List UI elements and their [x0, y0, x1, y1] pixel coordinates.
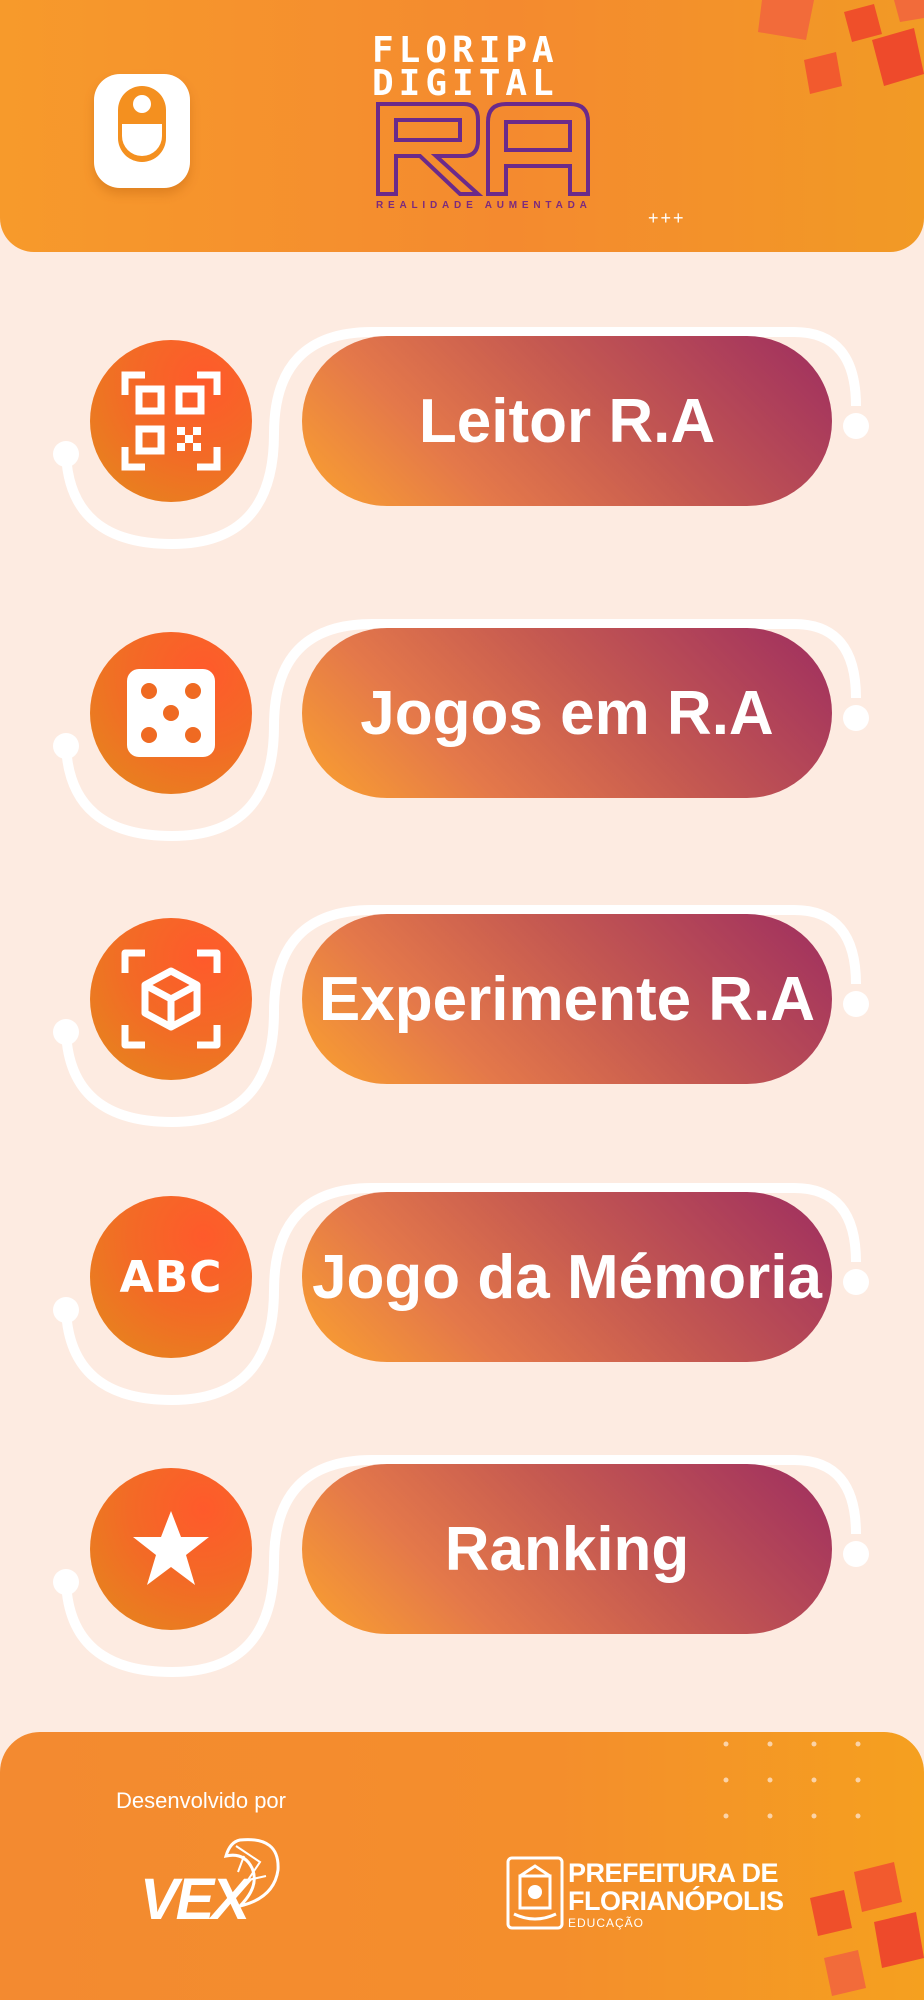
app-footer: Desenvolvido por VEX PREFEITURA DE FLORI… — [0, 1732, 924, 2000]
cubes-decoration — [810, 1862, 924, 1996]
developed-by-label: Desenvolvido por — [116, 1788, 286, 1813]
plus-decoration: +++ — [648, 208, 686, 228]
cubes-decoration — [758, 0, 924, 94]
menu-item-ranking[interactable]: Ranking — [50, 1440, 880, 1678]
user-icon — [118, 86, 166, 162]
prefeitura-line2: FLORIANÓPOLIS — [568, 1886, 784, 1916]
vex-logo: VEX — [140, 1836, 290, 1936]
abc-icon: ABC — [119, 1251, 223, 1303]
ranking-button[interactable]: Ranking — [302, 1464, 832, 1634]
menu-item-jogo-memoria[interactable]: ABC Jogo da Mémoria — [50, 1168, 880, 1406]
app-header: FLORIPA DIGITAL REALIDADE AUMENTADA +++ — [0, 0, 924, 252]
app-logo-wordmark: FLORIPA DIGITAL — [372, 33, 592, 104]
menu-icon-circle[interactable] — [90, 632, 252, 794]
jogo-memoria-button[interactable]: Jogo da Mémoria — [302, 1192, 832, 1362]
menu-item-leitor-ra[interactable]: Leitor R.A — [50, 312, 880, 550]
menu-item-experimente-ra[interactable]: Experimente R.A — [50, 890, 880, 1128]
logo-ra-mark — [376, 102, 590, 196]
menu-icon-circle[interactable]: ABC — [90, 1196, 252, 1358]
logo-subtitle: REALIDADE AUMENTADA — [376, 200, 592, 211]
menu-item-jogos-ra[interactable]: Jogos em R.A — [50, 604, 880, 842]
dots-decoration — [723, 1741, 861, 1819]
vex-logo-text: VEX — [140, 1867, 250, 1932]
star-icon — [133, 1511, 209, 1585]
prefeitura-logo: PREFEITURA DE FLORIANÓPOLIS EDUCAÇÃO — [506, 1856, 796, 1936]
prefeitura-line3: EDUCAÇÃO — [568, 1916, 645, 1930]
experimente-ra-button[interactable]: Experimente R.A — [302, 914, 832, 1084]
menu-icon-circle[interactable] — [90, 1468, 252, 1630]
prefeitura-line1: PREFEITURA DE — [568, 1858, 779, 1888]
qr-code-icon — [121, 371, 221, 471]
jogos-ra-button[interactable]: Jogos em R.A — [302, 628, 832, 798]
profile-button[interactable] — [94, 74, 190, 188]
ar-cube-icon — [121, 949, 221, 1049]
menu-icon-circle[interactable] — [90, 340, 252, 502]
city-crest-icon — [506, 1856, 564, 1930]
logo-line2: DIGITAL — [372, 63, 559, 104]
dice-icon — [127, 669, 215, 757]
leitor-ra-button[interactable]: Leitor R.A — [302, 336, 832, 506]
menu-icon-circle[interactable] — [90, 918, 252, 1080]
